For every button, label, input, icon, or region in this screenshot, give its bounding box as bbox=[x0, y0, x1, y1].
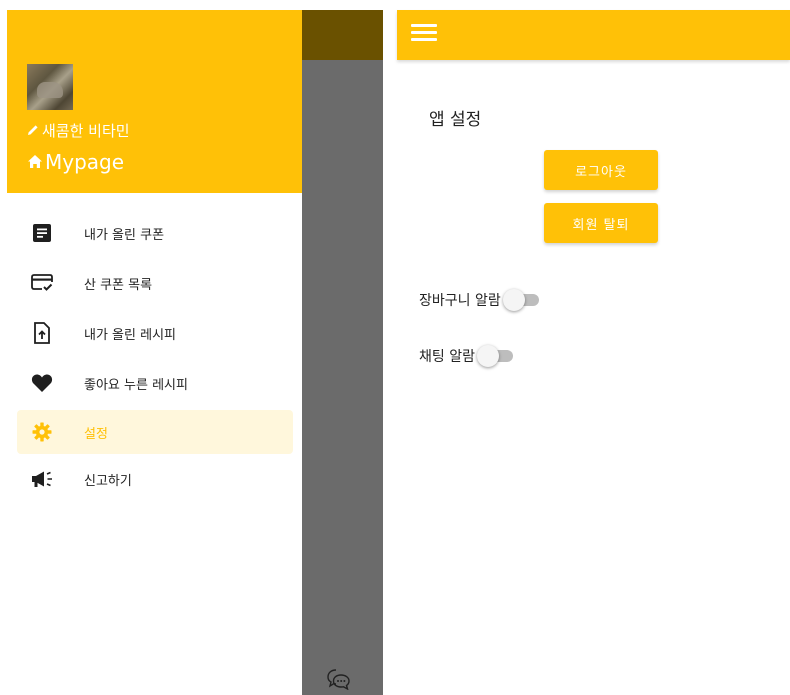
hamburger-menu-icon[interactable] bbox=[411, 24, 437, 44]
menu-label: 설정 bbox=[84, 426, 108, 442]
document-icon bbox=[30, 221, 54, 245]
cart-alarm-row: 장바구니 알람 bbox=[419, 289, 539, 311]
menu-item-my-recipes[interactable]: 내가 올린 레시피 bbox=[17, 308, 293, 358]
menu-label: 산 쿠폰 목록 bbox=[84, 277, 153, 293]
menu-label: 내가 올린 레시피 bbox=[84, 327, 176, 343]
toggle-thumb bbox=[502, 289, 525, 311]
drawer-header: 새콤한 비타민 Mypage bbox=[7, 10, 302, 193]
megaphone-icon bbox=[30, 467, 54, 491]
chat-icon[interactable] bbox=[327, 668, 351, 691]
menu-label: 내가 올린 쿠폰 bbox=[84, 227, 165, 243]
drawer-screen: 새콤한 비타민 Mypage 내가 올린 쿠폰 산 쿠폰 목록 내가 올린 레시… bbox=[7, 10, 383, 695]
menu-item-bought-coupons[interactable]: 산 쿠폰 목록 bbox=[17, 258, 293, 308]
pencil-icon bbox=[27, 122, 39, 140]
avatar[interactable] bbox=[27, 64, 73, 110]
card-check-icon bbox=[30, 271, 54, 295]
chat-alarm-row: 채팅 알람 bbox=[419, 345, 513, 367]
menu-item-liked-recipes[interactable]: 좋아요 누른 레시피 bbox=[17, 358, 293, 408]
menu-label: 신고하기 bbox=[84, 473, 132, 489]
cart-alarm-label: 장바구니 알람 bbox=[419, 293, 501, 309]
home-icon bbox=[27, 150, 43, 174]
toggle-thumb bbox=[476, 345, 499, 367]
menu-item-report[interactable]: 신고하기 bbox=[17, 454, 293, 504]
cart-alarm-toggle[interactable] bbox=[502, 289, 539, 311]
chat-alarm-label: 채팅 알람 bbox=[419, 349, 475, 365]
withdraw-button[interactable]: 회원 탈퇴 bbox=[544, 203, 658, 243]
menu-label: 좋아요 누른 레시피 bbox=[84, 377, 188, 393]
drawer-menu: 내가 올린 쿠폰 산 쿠폰 목록 내가 올린 레시피 좋아요 누른 레시피 설정… bbox=[17, 208, 293, 504]
nickname-text: 새콤한 비타민 bbox=[42, 122, 130, 140]
navigation-drawer: 새콤한 비타민 Mypage 내가 올린 쿠폰 산 쿠폰 목록 내가 올린 레시… bbox=[7, 10, 302, 695]
logout-button[interactable]: 로그아웃 bbox=[544, 150, 658, 190]
gear-icon bbox=[30, 420, 54, 444]
page-title: 앱 설정 bbox=[429, 110, 482, 130]
heart-icon bbox=[30, 371, 54, 395]
settings-screen: 앱 설정 로그아웃 회원 탈퇴 장바구니 알람 채팅 알람 bbox=[397, 10, 790, 695]
chat-alarm-toggle[interactable] bbox=[476, 345, 513, 367]
menu-item-settings[interactable]: 설정 bbox=[17, 410, 293, 454]
app-bar bbox=[397, 10, 790, 60]
nickname-row[interactable]: 새콤한 비타민 bbox=[27, 120, 130, 141]
mypage-link[interactable]: Mypage bbox=[27, 150, 124, 174]
mypage-label: Mypage bbox=[45, 150, 125, 174]
upload-file-icon bbox=[30, 321, 54, 345]
menu-item-my-coupons[interactable]: 내가 올린 쿠폰 bbox=[17, 208, 293, 258]
